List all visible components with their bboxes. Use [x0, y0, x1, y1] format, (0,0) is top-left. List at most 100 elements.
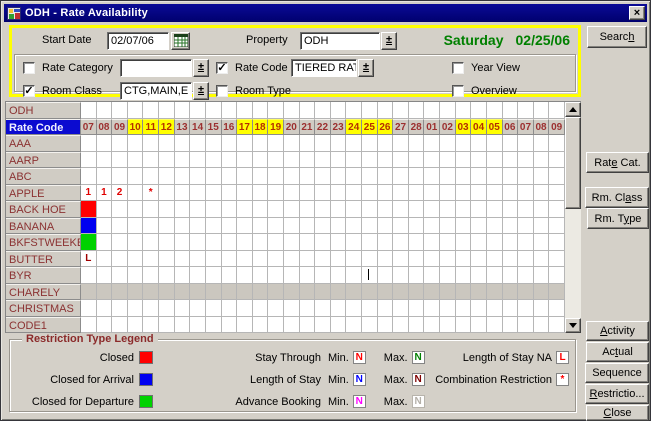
grid-cell[interactable]: [331, 185, 347, 202]
grid-cell[interactable]: [456, 267, 472, 284]
grid-cell[interactable]: [549, 300, 565, 317]
grid-cell[interactable]: [424, 234, 440, 251]
grid-cell[interactable]: [128, 251, 144, 268]
grid-cell[interactable]: [487, 284, 503, 301]
grid-cell[interactable]: [128, 152, 144, 169]
grid-cell[interactable]: [409, 201, 425, 218]
grid-cell[interactable]: [471, 218, 487, 235]
grid-cell[interactable]: [97, 284, 113, 301]
grid-cell[interactable]: [409, 300, 425, 317]
grid-cell[interactable]: [315, 152, 331, 169]
grid-cell[interactable]: [503, 317, 519, 334]
grid-cell[interactable]: [253, 218, 269, 235]
rate-code-lov-icon[interactable]: ±: [358, 59, 374, 77]
grid-cell[interactable]: [362, 267, 378, 284]
grid-cell[interactable]: [81, 218, 97, 235]
grid-cell[interactable]: [300, 185, 316, 202]
grid-cell[interactable]: [362, 218, 378, 235]
grid-cell[interactable]: [440, 284, 456, 301]
grid-cell[interactable]: [503, 135, 519, 152]
grid-cell[interactable]: [112, 234, 128, 251]
grid-cell[interactable]: [237, 267, 253, 284]
rm-type-button[interactable]: Rm. Type: [587, 208, 649, 229]
grid-cell[interactable]: [253, 168, 269, 185]
grid-cell[interactable]: [487, 317, 503, 334]
grid-cell[interactable]: [487, 168, 503, 185]
grid-cell[interactable]: [97, 152, 113, 169]
grid-cell[interactable]: [268, 218, 284, 235]
grid-cell[interactable]: 1: [97, 185, 113, 202]
grid-cell[interactable]: [81, 267, 97, 284]
grid-cell[interactable]: [346, 267, 362, 284]
grid-cell[interactable]: [190, 300, 206, 317]
grid-cell[interactable]: [393, 300, 409, 317]
grid-cell[interactable]: [378, 201, 394, 218]
grid-cell[interactable]: [300, 234, 316, 251]
grid-cell[interactable]: [97, 168, 113, 185]
grid-cell[interactable]: [378, 185, 394, 202]
grid-cell[interactable]: [424, 317, 440, 334]
grid-cell[interactable]: [549, 185, 565, 202]
grid-cell[interactable]: [409, 251, 425, 268]
grid-cell[interactable]: [128, 201, 144, 218]
grid-cell[interactable]: [518, 152, 534, 169]
grid-cell[interactable]: [143, 267, 159, 284]
grid-cell[interactable]: [346, 317, 362, 334]
grid-cell[interactable]: [112, 267, 128, 284]
grid-cell[interactable]: [81, 152, 97, 169]
grid-cell[interactable]: [409, 168, 425, 185]
grid-cell[interactable]: [315, 234, 331, 251]
grid-cell[interactable]: [424, 152, 440, 169]
grid-cell[interactable]: [97, 267, 113, 284]
grid-cell[interactable]: [222, 317, 238, 334]
grid-cell[interactable]: [81, 201, 97, 218]
grid-cell[interactable]: [331, 135, 347, 152]
grid-vertical-scrollbar[interactable]: [565, 101, 581, 333]
grid-cell[interactable]: [268, 201, 284, 218]
grid-cell[interactable]: [409, 267, 425, 284]
grid-cell[interactable]: [206, 201, 222, 218]
grid-cell[interactable]: [518, 185, 534, 202]
grid-cell[interactable]: [300, 201, 316, 218]
grid-cell[interactable]: [159, 251, 175, 268]
grid-cell[interactable]: [159, 234, 175, 251]
grid-cell[interactable]: [487, 234, 503, 251]
grid-cell[interactable]: [518, 234, 534, 251]
grid-cell[interactable]: [159, 267, 175, 284]
grid-cell[interactable]: [471, 168, 487, 185]
rate-category-checkbox[interactable]: [23, 62, 35, 74]
grid-cell[interactable]: [378, 135, 394, 152]
grid-cell[interactable]: L: [81, 251, 97, 268]
grid-cell[interactable]: [534, 218, 550, 235]
grid-cell[interactable]: [143, 317, 159, 334]
grid-cell[interactable]: [206, 234, 222, 251]
grid-cell[interactable]: [222, 135, 238, 152]
grid-cell[interactable]: [268, 168, 284, 185]
grid-cell[interactable]: [237, 234, 253, 251]
grid-cell[interactable]: [331, 267, 347, 284]
grid-cell[interactable]: [112, 317, 128, 334]
grid-cell[interactable]: [222, 284, 238, 301]
grid-cell[interactable]: [440, 300, 456, 317]
grid-cell[interactable]: [518, 267, 534, 284]
grid-cell[interactable]: [393, 251, 409, 268]
grid-cell[interactable]: [268, 251, 284, 268]
grid-cell[interactable]: [471, 251, 487, 268]
grid-cell[interactable]: [393, 185, 409, 202]
grid-cell[interactable]: [206, 152, 222, 169]
grid-cell[interactable]: [253, 201, 269, 218]
grid-cell[interactable]: [284, 201, 300, 218]
grid-cell[interactable]: [456, 152, 472, 169]
grid-cell[interactable]: [190, 135, 206, 152]
rate-category-select[interactable]: [120, 59, 192, 77]
grid-cell[interactable]: [518, 135, 534, 152]
year-view-checkbox[interactable]: [452, 62, 464, 74]
grid-cell[interactable]: [315, 317, 331, 334]
grid-cell[interactable]: [503, 218, 519, 235]
grid-cell[interactable]: [378, 284, 394, 301]
restriction-button[interactable]: Restrictio...: [585, 384, 649, 404]
property-select[interactable]: ODH: [300, 32, 380, 50]
grid-cell[interactable]: [128, 267, 144, 284]
grid-cell[interactable]: [190, 267, 206, 284]
grid-cell[interactable]: [331, 251, 347, 268]
